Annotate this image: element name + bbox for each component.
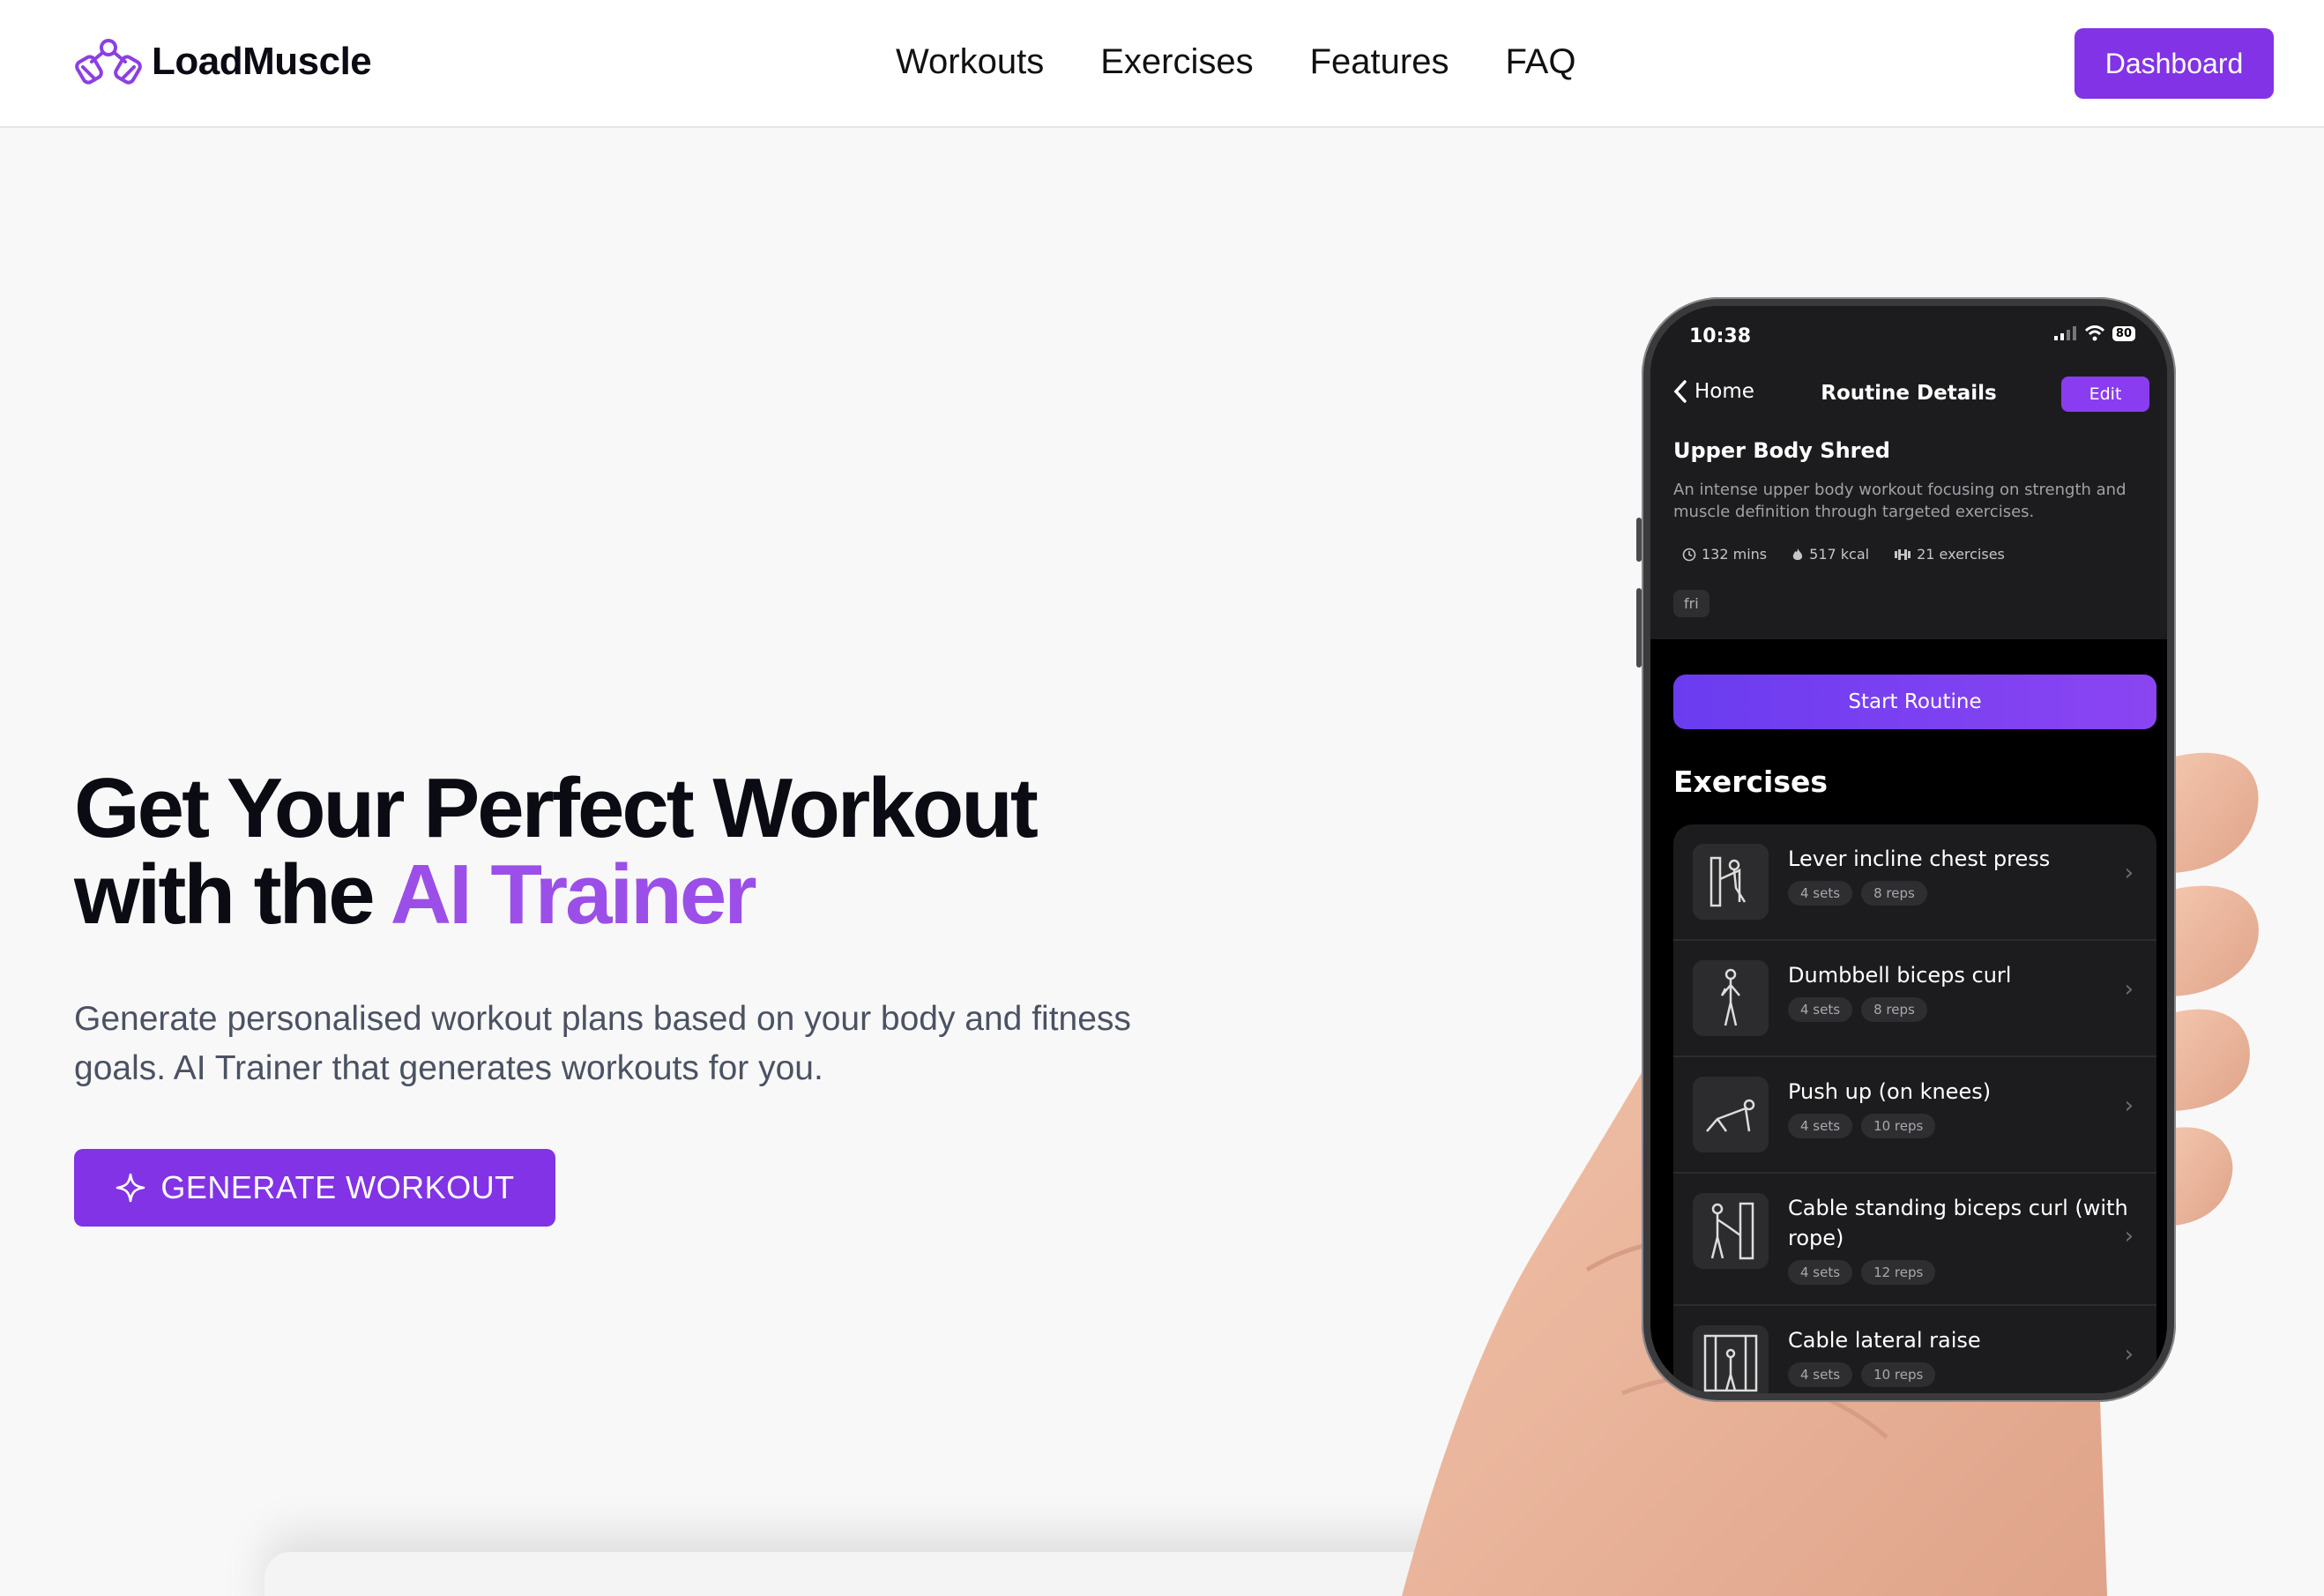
chevron-right-icon: ›: [2124, 1093, 2134, 1119]
main-nav: Workouts Exercises Features FAQ: [896, 42, 1575, 82]
chevron-right-icon: ›: [2124, 976, 2134, 1003]
nav-item-workouts[interactable]: Workouts: [896, 42, 1044, 82]
sets-badge: 4 sets: [1788, 1114, 1853, 1138]
biceps-curl-figure-icon: [1720, 968, 1740, 1026]
cable-curl-figure-icon: [1710, 1202, 1754, 1260]
nav-item-exercises[interactable]: Exercises: [1100, 42, 1253, 82]
duration-value: 132 mins: [1702, 546, 1768, 563]
wifi-icon: [2084, 325, 2104, 341]
nav-item-faq[interactable]: FAQ: [1505, 42, 1575, 82]
routine-description: An intense upper body workout focusing o…: [1673, 481, 2127, 521]
sets-badge: 4 sets: [1788, 881, 1853, 906]
brand-name: LoadMuscle: [152, 40, 372, 83]
exercise-count-value: 21 exercises: [1917, 546, 2005, 563]
exercise-tags: 4 sets 8 reps: [1788, 881, 2050, 906]
brand-logo[interactable]: LoadMuscle: [74, 35, 372, 88]
exercise-name: Dumbbell biceps curl: [1788, 963, 2012, 988]
exercise-thumbnail: [1693, 844, 1769, 920]
phone-side-button: [1636, 518, 1642, 562]
routine-header-panel: [1650, 306, 2167, 639]
exercise-tags: 4 sets 10 reps: [1788, 1114, 1991, 1138]
exercise-row[interactable]: Push up (on knees) 4 sets 10 reps ›: [1673, 1057, 2156, 1174]
exercise-row[interactable]: Dumbbell biceps curl 4 sets 8 reps ›: [1673, 941, 2156, 1057]
reps-badge: 8 reps: [1861, 881, 1927, 906]
sets-badge: 4 sets: [1788, 1260, 1853, 1285]
exercise-thumbnail: [1693, 1193, 1769, 1269]
exercise-name: Push up (on knees): [1788, 1079, 1992, 1104]
routine-stats: 132 mins 517 kcal 21 exercises: [1682, 546, 2005, 563]
day-tag: fri: [1673, 590, 1709, 617]
start-routine-button[interactable]: Start Routine: [1673, 675, 2156, 729]
calories-value: 517 kcal: [1809, 546, 1870, 563]
sparkle-icon: [116, 1173, 145, 1203]
signal-icon: [2053, 326, 2076, 340]
exercise-thumbnail: [1693, 1325, 1769, 1393]
flame-icon: [1792, 548, 1803, 560]
clock-icon: [1682, 548, 1696, 561]
exercise-count-stat: 21 exercises: [1894, 546, 2005, 563]
site-header: LoadMuscle Workouts Exercises Features F…: [0, 0, 2324, 128]
routine-name: Upper Body Shred: [1673, 438, 1890, 463]
hero-title: Get Your Perfect Workout with the AI Tra…: [74, 765, 1220, 938]
generate-workout-label: GENERATE WORKOUT: [160, 1169, 515, 1205]
chevron-right-icon: ›: [2124, 1223, 2134, 1249]
chevron-right-icon: ›: [2124, 1341, 2134, 1368]
chevron-right-icon: ›: [2124, 860, 2134, 886]
exercise-list: Lever incline chest press 4 sets 8 reps …: [1673, 824, 2156, 1393]
exercise-tags: 4 sets 10 reps: [1788, 1362, 1981, 1387]
sets-badge: 4 sets: [1788, 1362, 1853, 1387]
push-up-figure-icon: [1706, 1099, 1755, 1132]
chest-press-machine-icon: [1709, 856, 1747, 907]
generate-workout-button[interactable]: GENERATE WORKOUT: [74, 1149, 555, 1227]
cable-machine-icon: [1703, 1334, 1758, 1392]
reps-badge: 8 reps: [1861, 997, 1927, 1022]
dumbbell-icon: [1895, 548, 1911, 560]
exercise-row[interactable]: Cable lateral raise 4 sets 10 reps ›: [1673, 1306, 2156, 1393]
exercise-tags: 4 sets 8 reps: [1788, 997, 2011, 1022]
nav-item-features[interactable]: Features: [1310, 42, 1449, 82]
dashboard-button[interactable]: Dashboard: [2074, 28, 2274, 99]
dumbbell-logo-icon: [75, 39, 142, 85]
phone-screen: 10:38 80 Home Routine Details Edit Upper…: [1650, 306, 2167, 1393]
exercise-row[interactable]: Cable standing biceps curl (with rope) 4…: [1673, 1174, 2156, 1306]
hero-title-line1: Get Your Perfect Workout: [74, 761, 1039, 855]
exercise-row[interactable]: Lever incline chest press 4 sets 8 reps …: [1673, 824, 2156, 941]
phone-volume-button: [1636, 588, 1642, 667]
duration-stat: 132 mins: [1682, 546, 1767, 563]
exercise-thumbnail: [1693, 960, 1769, 1036]
hero-title-accent: AI Trainer: [390, 847, 757, 942]
calories-stat: 517 kcal: [1791, 546, 1869, 563]
reps-badge: 12 reps: [1861, 1260, 1936, 1285]
edit-button[interactable]: Edit: [2061, 377, 2149, 412]
hero-subtitle: Generate personalised workout plans base…: [74, 1000, 1131, 1087]
exercise-name: Cable standing biceps curl (with rope): [1788, 1196, 2128, 1250]
status-time: 10:38: [1689, 325, 1752, 347]
exercises-heading: Exercises: [1673, 764, 1829, 799]
status-bar-icons: 80: [2053, 325, 2135, 341]
sets-badge: 4 sets: [1788, 997, 1853, 1022]
reps-badge: 10 reps: [1861, 1362, 1936, 1387]
exercise-name: Lever incline chest press: [1788, 846, 2051, 871]
exercise-tags: 4 sets 12 reps: [1788, 1260, 2137, 1285]
hero-title-line2-prefix: with the: [74, 847, 391, 942]
exercise-name: Cable lateral raise: [1788, 1328, 1981, 1353]
exercise-thumbnail: [1693, 1077, 1769, 1152]
phone-mockup: 10:38 80 Home Routine Details Edit Upper…: [1636, 297, 2176, 1402]
battery-indicator: 80: [2112, 325, 2135, 341]
reps-badge: 10 reps: [1861, 1114, 1936, 1138]
